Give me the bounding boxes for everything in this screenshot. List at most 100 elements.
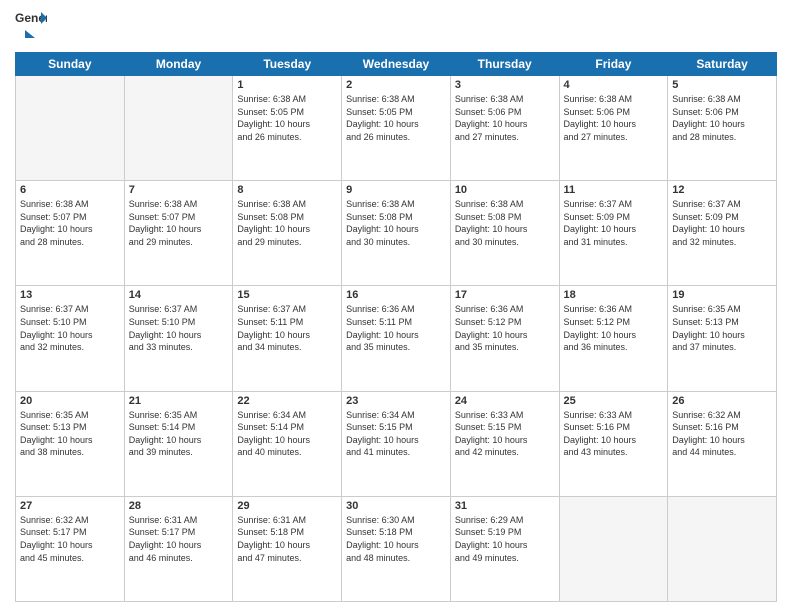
day-number: 28 bbox=[129, 500, 229, 512]
day-number: 16 bbox=[346, 289, 446, 301]
weekday-header: Monday bbox=[124, 53, 233, 76]
calendar-cell: 11 Sunrise: 6:37 AM Sunset: 5:09 PM Dayli… bbox=[559, 181, 668, 286]
day-detail: Sunrise: 6:38 AM Sunset: 5:05 PM Dayligh… bbox=[237, 93, 337, 143]
day-number: 17 bbox=[455, 289, 555, 301]
day-number: 11 bbox=[564, 184, 664, 196]
calendar-cell: 1 Sunrise: 6:38 AM Sunset: 5:05 PM Daylig… bbox=[233, 76, 342, 181]
day-number: 23 bbox=[346, 395, 446, 407]
calendar-cell: 3 Sunrise: 6:38 AM Sunset: 5:06 PM Daylig… bbox=[450, 76, 559, 181]
day-detail: Sunrise: 6:33 AM Sunset: 5:16 PM Dayligh… bbox=[564, 409, 664, 459]
calendar-cell: 19 Sunrise: 6:35 AM Sunset: 5:13 PM Dayli… bbox=[668, 286, 777, 391]
day-detail: Sunrise: 6:36 AM Sunset: 5:12 PM Dayligh… bbox=[455, 303, 555, 353]
calendar-cell: 25 Sunrise: 6:33 AM Sunset: 5:16 PM Dayli… bbox=[559, 391, 668, 496]
day-detail: Sunrise: 6:29 AM Sunset: 5:19 PM Dayligh… bbox=[455, 514, 555, 564]
day-number: 18 bbox=[564, 289, 664, 301]
day-detail: Sunrise: 6:36 AM Sunset: 5:12 PM Dayligh… bbox=[564, 303, 664, 353]
day-number: 24 bbox=[455, 395, 555, 407]
weekday-header: Thursday bbox=[450, 53, 559, 76]
day-detail: Sunrise: 6:37 AM Sunset: 5:10 PM Dayligh… bbox=[20, 303, 120, 353]
day-detail: Sunrise: 6:38 AM Sunset: 5:08 PM Dayligh… bbox=[237, 198, 337, 248]
weekday-header: Wednesday bbox=[342, 53, 451, 76]
weekday-header: Tuesday bbox=[233, 53, 342, 76]
calendar-cell: 22Sunrise: 6:34 AM Sunset: 5:14 PM Dayli… bbox=[233, 391, 342, 496]
day-number: 6 bbox=[20, 184, 120, 196]
calendar-table: SundayMondayTuesdayWednesdayThursdayFrid… bbox=[15, 52, 777, 602]
day-number: 4 bbox=[564, 79, 664, 91]
calendar-cell: 2 Sunrise: 6:38 AM Sunset: 5:05 PM Daylig… bbox=[342, 76, 451, 181]
calendar-week-row: 20 Sunrise: 6:35 AM Sunset: 5:13 PM Dayli… bbox=[16, 391, 777, 496]
logo-icon: General bbox=[15, 10, 47, 28]
calendar-cell: 31 Sunrise: 6:29 AM Sunset: 5:19 PM Dayli… bbox=[450, 496, 559, 601]
weekday-header: Saturday bbox=[668, 53, 777, 76]
day-number: 26 bbox=[672, 395, 772, 407]
day-number: 20 bbox=[20, 395, 120, 407]
calendar-cell: 8 Sunrise: 6:38 AM Sunset: 5:08 PM Daylig… bbox=[233, 181, 342, 286]
day-number: 12 bbox=[672, 184, 772, 196]
day-detail: Sunrise: 6:36 AM Sunset: 5:11 PM Dayligh… bbox=[346, 303, 446, 353]
day-number: 9 bbox=[346, 184, 446, 196]
day-number: 3 bbox=[455, 79, 555, 91]
day-detail: Sunrise: 6:38 AM Sunset: 5:08 PM Dayligh… bbox=[346, 198, 446, 248]
day-number: 2 bbox=[346, 79, 446, 91]
calendar-cell: 29 Sunrise: 6:31 AM Sunset: 5:18 PM Dayli… bbox=[233, 496, 342, 601]
day-number: 10 bbox=[455, 184, 555, 196]
calendar-cell bbox=[16, 76, 125, 181]
day-number: 19 bbox=[672, 289, 772, 301]
day-detail: Sunrise: 6:37 AM Sunset: 5:09 PM Dayligh… bbox=[564, 198, 664, 248]
calendar-cell: 6 Sunrise: 6:38 AM Sunset: 5:07 PM Daylig… bbox=[16, 181, 125, 286]
day-number: 31 bbox=[455, 500, 555, 512]
calendar-cell: 7Sunrise: 6:38 AM Sunset: 5:07 PM Daylig… bbox=[124, 181, 233, 286]
day-number: 13 bbox=[20, 289, 120, 301]
calendar-cell: 9 Sunrise: 6:38 AM Sunset: 5:08 PM Daylig… bbox=[342, 181, 451, 286]
day-detail: Sunrise: 6:37 AM Sunset: 5:11 PM Dayligh… bbox=[237, 303, 337, 353]
day-number: 8 bbox=[237, 184, 337, 196]
day-number: 29 bbox=[237, 500, 337, 512]
calendar-cell: 5 Sunrise: 6:38 AM Sunset: 5:06 PM Daylig… bbox=[668, 76, 777, 181]
day-detail: Sunrise: 6:35 AM Sunset: 5:13 PM Dayligh… bbox=[20, 409, 120, 459]
calendar-cell: 27 Sunrise: 6:32 AM Sunset: 5:17 PM Dayli… bbox=[16, 496, 125, 601]
calendar-cell: 12 Sunrise: 6:37 AM Sunset: 5:09 PM Dayli… bbox=[668, 181, 777, 286]
calendar-cell: 4 Sunrise: 6:38 AM Sunset: 5:06 PM Daylig… bbox=[559, 76, 668, 181]
day-number: 5 bbox=[672, 79, 772, 91]
calendar-cell bbox=[124, 76, 233, 181]
day-detail: Sunrise: 6:35 AM Sunset: 5:13 PM Dayligh… bbox=[672, 303, 772, 353]
calendar-cell bbox=[668, 496, 777, 601]
day-detail: Sunrise: 6:37 AM Sunset: 5:09 PM Dayligh… bbox=[672, 198, 772, 248]
calendar-cell: 17 Sunrise: 6:36 AM Sunset: 5:12 PM Dayli… bbox=[450, 286, 559, 391]
calendar-cell: 10Sunrise: 6:38 AM Sunset: 5:08 PM Dayli… bbox=[450, 181, 559, 286]
day-number: 27 bbox=[20, 500, 120, 512]
day-detail: Sunrise: 6:38 AM Sunset: 5:06 PM Dayligh… bbox=[564, 93, 664, 143]
day-detail: Sunrise: 6:38 AM Sunset: 5:07 PM Dayligh… bbox=[20, 198, 120, 248]
day-number: 21 bbox=[129, 395, 229, 407]
header: General bbox=[15, 10, 777, 44]
calendar-week-row: 6 Sunrise: 6:38 AM Sunset: 5:07 PM Daylig… bbox=[16, 181, 777, 286]
calendar-cell: 28 Sunrise: 6:31 AM Sunset: 5:17 PM Dayli… bbox=[124, 496, 233, 601]
day-detail: Sunrise: 6:30 AM Sunset: 5:18 PM Dayligh… bbox=[346, 514, 446, 564]
calendar-cell: 14Sunrise: 6:37 AM Sunset: 5:10 PM Dayli… bbox=[124, 286, 233, 391]
day-detail: Sunrise: 6:32 AM Sunset: 5:16 PM Dayligh… bbox=[672, 409, 772, 459]
calendar-cell: 24Sunrise: 6:33 AM Sunset: 5:15 PM Dayli… bbox=[450, 391, 559, 496]
day-detail: Sunrise: 6:31 AM Sunset: 5:18 PM Dayligh… bbox=[237, 514, 337, 564]
day-detail: Sunrise: 6:37 AM Sunset: 5:10 PM Dayligh… bbox=[129, 303, 229, 353]
logo: General bbox=[15, 10, 47, 44]
day-detail: Sunrise: 6:38 AM Sunset: 5:06 PM Dayligh… bbox=[672, 93, 772, 143]
calendar-cell bbox=[559, 496, 668, 601]
calendar-cell: 21 Sunrise: 6:35 AM Sunset: 5:14 PM Dayli… bbox=[124, 391, 233, 496]
weekday-header: Friday bbox=[559, 53, 668, 76]
day-number: 1 bbox=[237, 79, 337, 91]
calendar-cell: 23Sunrise: 6:34 AM Sunset: 5:15 PM Dayli… bbox=[342, 391, 451, 496]
weekday-header: Sunday bbox=[16, 53, 125, 76]
calendar-cell: 13 Sunrise: 6:37 AM Sunset: 5:10 PM Dayli… bbox=[16, 286, 125, 391]
day-number: 22 bbox=[237, 395, 337, 407]
calendar-cell: 30Sunrise: 6:30 AM Sunset: 5:18 PM Dayli… bbox=[342, 496, 451, 601]
logo-bird-icon bbox=[15, 28, 35, 48]
day-detail: Sunrise: 6:35 AM Sunset: 5:14 PM Dayligh… bbox=[129, 409, 229, 459]
day-detail: Sunrise: 6:31 AM Sunset: 5:17 PM Dayligh… bbox=[129, 514, 229, 564]
calendar-cell: 15Sunrise: 6:37 AM Sunset: 5:11 PM Dayli… bbox=[233, 286, 342, 391]
calendar-week-row: 1 Sunrise: 6:38 AM Sunset: 5:05 PM Daylig… bbox=[16, 76, 777, 181]
day-number: 25 bbox=[564, 395, 664, 407]
day-detail: Sunrise: 6:38 AM Sunset: 5:06 PM Dayligh… bbox=[455, 93, 555, 143]
calendar-week-row: 27 Sunrise: 6:32 AM Sunset: 5:17 PM Dayli… bbox=[16, 496, 777, 601]
day-detail: Sunrise: 6:32 AM Sunset: 5:17 PM Dayligh… bbox=[20, 514, 120, 564]
day-detail: Sunrise: 6:38 AM Sunset: 5:05 PM Dayligh… bbox=[346, 93, 446, 143]
